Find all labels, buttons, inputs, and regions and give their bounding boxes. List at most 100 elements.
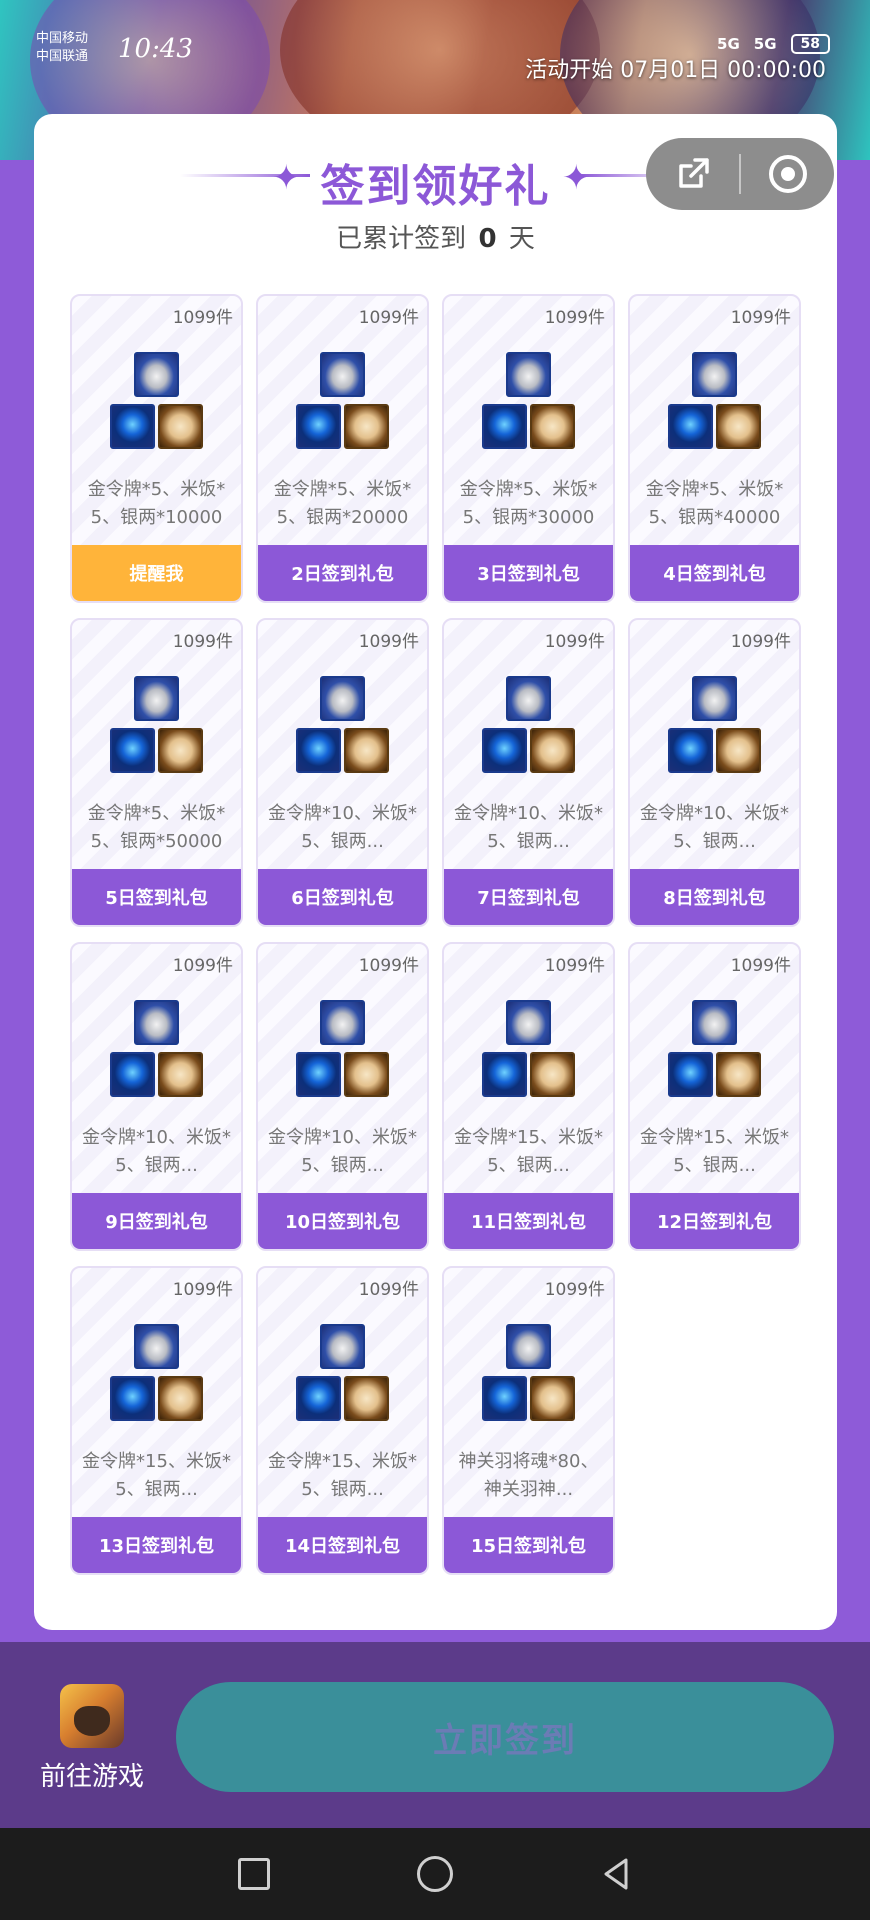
silver-ingot-icon	[320, 1000, 365, 1045]
gift-card: 1099件 金令牌*10、米饭*5、银两... 6日签到礼包	[256, 618, 429, 927]
gift-card: 1099件金令牌*5、米饭*5、银两*40000 4日签到礼包	[628, 294, 801, 603]
silver-ingot-icon	[692, 1000, 737, 1045]
rice-icon	[158, 404, 203, 449]
battery-icon: 58	[790, 34, 830, 54]
gold-token-icon	[110, 404, 155, 449]
gift-package-button[interactable]: 9日签到礼包	[72, 1193, 241, 1249]
rice-icon	[158, 1052, 203, 1097]
silver-ingot-icon	[506, 1324, 551, 1369]
gift-package-button[interactable]: 3日签到礼包	[444, 545, 613, 601]
stock-count: 1099件	[358, 1280, 419, 1300]
silver-ingot-icon	[692, 352, 737, 397]
silver-ingot-icon	[692, 676, 737, 721]
gift-package-button[interactable]: 15日签到礼包	[444, 1517, 613, 1573]
gift-package-button[interactable]: 12日签到礼包	[630, 1193, 799, 1249]
status-time: 10:43	[118, 34, 193, 64]
silver-ingot-icon	[134, 1000, 179, 1045]
gold-token-icon	[482, 404, 527, 449]
gold-token-icon	[668, 1052, 713, 1097]
signin-count-suffix: 天	[508, 224, 535, 254]
rice-icon	[716, 404, 761, 449]
bottom-action-bar: 前往游戏 立即签到	[0, 1642, 870, 1828]
stock-count: 1099件	[358, 632, 419, 652]
gold-token-icon	[668, 404, 713, 449]
reward-description: 神关羽将魂*80、神关羽神...	[458, 1451, 599, 1500]
gift-package-button[interactable]: 10日签到礼包	[258, 1193, 427, 1249]
stock-count: 1099件	[544, 1280, 605, 1300]
silver-ingot-icon	[134, 1324, 179, 1369]
gift-package-button[interactable]: 8日签到礼包	[630, 869, 799, 925]
signin-count-prefix: 已累计签到	[336, 224, 467, 254]
reward-icons	[444, 676, 613, 784]
reward-icons	[630, 676, 799, 784]
carrier-2: 中国联通	[36, 49, 89, 64]
stock-count: 1099件	[730, 308, 791, 328]
gift-card: 1099件 金令牌*15、米饭*5、银两... 13日签到礼包	[70, 1266, 243, 1575]
gift-card: 1099件 金令牌*15、米饭*5、银两... 14日签到礼包	[256, 1266, 429, 1575]
rice-icon	[530, 728, 575, 773]
signin-count: 已累计签到 0 天	[34, 218, 837, 255]
stock-count: 1099件	[544, 956, 605, 976]
gift-package-button[interactable]: 7日签到礼包	[444, 869, 613, 925]
signin-card: ✦ ✦ 签到领好礼 已累计签到 0 天 1099件 金令牌*5、米饭*5、银两*1…	[34, 114, 837, 1630]
reward-icons	[72, 352, 241, 460]
gold-token-icon	[110, 728, 155, 773]
gift-package-button[interactable]: 14日签到礼包	[258, 1517, 427, 1573]
silver-ingot-icon	[320, 352, 365, 397]
gold-token-icon	[668, 728, 713, 773]
share-icon[interactable]	[646, 138, 739, 210]
gift-package-button[interactable]: 13日签到礼包	[72, 1517, 241, 1573]
network-5g-1: 5G	[717, 35, 740, 53]
system-nav-bar	[0, 1828, 870, 1920]
gold-token-icon	[482, 1376, 527, 1421]
target-icon[interactable]	[741, 138, 834, 210]
reward-icons	[72, 1324, 241, 1432]
gift-package-button[interactable]: 6日签到礼包	[258, 869, 427, 925]
gift-card: 1099件 金令牌*10、米饭*5、银两... 9日签到礼包	[70, 942, 243, 1251]
miniprogram-capsule	[646, 138, 834, 210]
remind-me-button[interactable]: 提醒我	[72, 545, 241, 601]
gift-package-button[interactable]: 5日签到礼包	[72, 869, 241, 925]
silver-ingot-icon	[320, 676, 365, 721]
gift-package-button[interactable]: 11日签到礼包	[444, 1193, 613, 1249]
gold-token-icon	[110, 1052, 155, 1097]
gold-token-icon	[482, 1052, 527, 1097]
silver-ingot-icon	[506, 352, 551, 397]
silver-ingot-icon	[506, 676, 551, 721]
stock-count: 1099件	[358, 308, 419, 328]
reward-description: 金令牌*10、米饭*5、银两...	[268, 1127, 417, 1176]
gift-package-button[interactable]: 4日签到礼包	[630, 545, 799, 601]
game-app-icon[interactable]	[60, 1684, 124, 1748]
reward-description: 金令牌*5、米饭*5、银两*40000	[645, 479, 784, 528]
reward-description: 金令牌*10、米饭*5、银两...	[82, 1127, 231, 1176]
back-icon[interactable]	[592, 1850, 640, 1898]
recent-apps-icon[interactable]	[230, 1850, 278, 1898]
reward-description: 金令牌*15、米饭*5、银两...	[82, 1451, 231, 1500]
reward-icons	[444, 1324, 613, 1432]
stock-count: 1099件	[172, 632, 233, 652]
rice-icon	[344, 728, 389, 773]
gift-package-button[interactable]: 2日签到礼包	[258, 545, 427, 601]
page-title: 签到领好礼	[320, 161, 551, 212]
network-5g-2: 5G	[753, 35, 777, 53]
rice-icon	[716, 1052, 761, 1097]
reward-icons	[258, 1324, 427, 1432]
carrier-1: 中国移动	[36, 31, 89, 46]
gold-token-icon	[482, 728, 527, 773]
reward-icons	[630, 352, 799, 460]
rice-icon	[530, 1052, 575, 1097]
reward-icons	[258, 352, 427, 460]
gift-card: 1099件 金令牌*10、米饭*5、银两... 7日签到礼包	[442, 618, 615, 927]
go-to-game-button[interactable]: 前往游戏	[34, 1684, 150, 1793]
home-icon[interactable]	[411, 1850, 459, 1898]
signin-days: 0	[478, 224, 497, 254]
gift-card: 1099件 金令牌*5、米饭*5、银两*30000 3日签到礼包	[442, 294, 615, 603]
rice-icon	[344, 404, 389, 449]
gold-token-icon	[110, 1376, 155, 1421]
gift-card: 1099件 金令牌*5、米饭*5、银两*10000 提醒我	[70, 294, 243, 603]
gift-card: 1099件 金令牌*10、米饭*5、银两... 8日签到礼包	[628, 618, 801, 927]
rice-icon	[530, 1376, 575, 1421]
reward-icons	[72, 676, 241, 784]
signin-now-button[interactable]: 立即签到	[176, 1682, 834, 1792]
stock-count: 1099件	[544, 632, 605, 652]
